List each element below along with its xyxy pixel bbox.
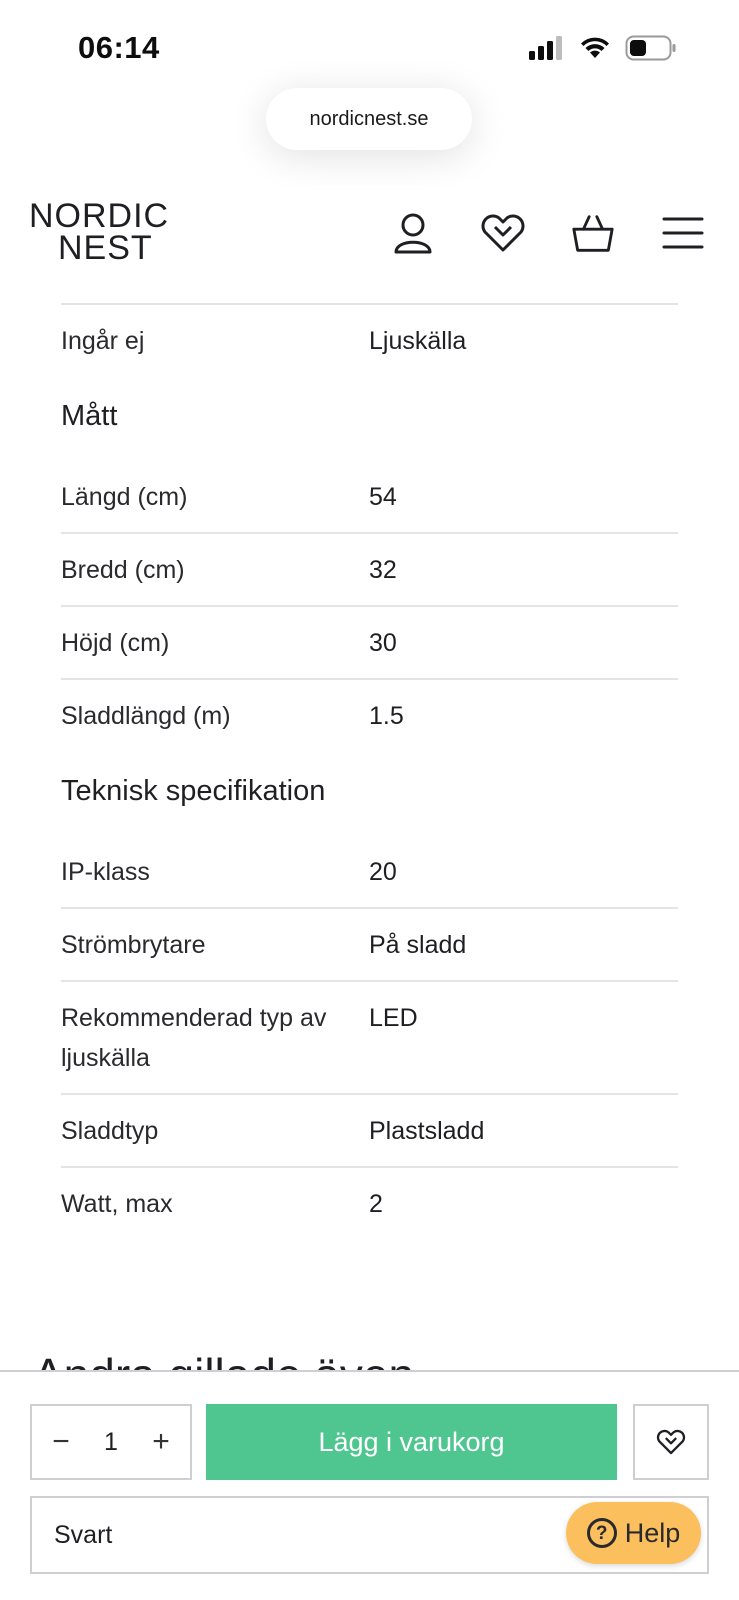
increase-quantity-button[interactable]: + <box>148 1425 174 1459</box>
spec-row: Bredd (cm) 32 <box>61 534 678 607</box>
spec-row: IP-klass 20 <box>61 836 678 909</box>
add-to-cart-button[interactable]: Lägg i varukorg <box>206 1404 617 1480</box>
spec-value: Ljuskälla <box>369 327 467 355</box>
browser-url-bar[interactable]: nordicnest.se <box>266 88 472 150</box>
spec-row: Watt, max 2 <box>61 1168 678 1239</box>
account-button[interactable] <box>390 210 436 256</box>
variant-selected-value: Svart <box>54 1520 113 1549</box>
spec-value: 30 <box>369 629 397 657</box>
cellular-signal-icon <box>529 36 562 60</box>
help-button[interactable]: ? Help <box>566 1502 701 1564</box>
wishlist-heart-icon <box>481 214 525 252</box>
section-title-technical: Teknisk specifikation <box>61 775 326 807</box>
wishlist-button[interactable] <box>480 210 526 256</box>
help-icon: ? <box>586 1518 617 1548</box>
spec-label: Rekommenderad typ av ljuskälla <box>61 1004 327 1072</box>
spec-row: Strömbrytare På sladd <box>61 909 678 982</box>
spec-label: Strömbrytare <box>61 931 206 959</box>
status-time: 06:14 <box>78 30 160 65</box>
quantity-stepper: − 1 + <box>30 1404 192 1480</box>
spec-value: 54 <box>369 483 397 511</box>
spec-row: Längd (cm) 54 <box>61 461 678 534</box>
spec-value: Plastsladd <box>369 1117 485 1145</box>
nordic-nest-logo[interactable]: NORDIC NEST <box>29 199 169 267</box>
spec-label: Watt, max <box>61 1190 173 1218</box>
spec-label: Höjd (cm) <box>61 629 170 657</box>
site-header: NORDIC NEST <box>0 190 739 280</box>
status-bar: 06:14 <box>0 0 739 90</box>
spec-row: Sladdlängd (m) 1.5 <box>61 680 678 751</box>
spec-label: Sladdlängd (m) <box>61 702 231 730</box>
spec-row: Ingår ej Ljuskälla <box>61 303 678 376</box>
spec-value: 2 <box>369 1190 383 1218</box>
logo-line-2: NEST <box>58 229 153 267</box>
wishlist-heart-icon <box>656 1429 686 1455</box>
menu-button[interactable] <box>660 210 706 256</box>
product-specifications: Ingår ej Ljuskälla Mått Längd (cm) 54 Br… <box>61 303 678 1239</box>
basket-icon <box>572 215 614 252</box>
related-products-heading: Andra gillade även <box>33 1340 414 1370</box>
section-title-dimensions: Mått <box>61 400 118 432</box>
menu-icon <box>662 217 704 249</box>
spec-row: Höjd (cm) 30 <box>61 607 678 680</box>
spec-value: 1.5 <box>369 702 404 730</box>
purchase-bar: − 1 + Lägg i varukorg Svart ? Help <box>0 1370 739 1600</box>
help-label: Help <box>624 1517 681 1548</box>
header-actions <box>390 210 706 256</box>
spec-label: Bredd (cm) <box>61 556 185 584</box>
spec-label: Längd (cm) <box>61 483 188 511</box>
user-icon <box>394 213 432 254</box>
spec-value: LED <box>369 1004 418 1032</box>
basket-button[interactable] <box>570 210 616 256</box>
quantity-value[interactable]: 1 <box>104 1428 118 1457</box>
spec-row: Sladdtyp Plastsladd <box>61 1095 678 1168</box>
add-to-wishlist-button[interactable] <box>633 1404 709 1480</box>
spec-value: 32 <box>369 556 397 584</box>
status-icons <box>529 35 677 61</box>
spec-value: 20 <box>369 858 397 886</box>
spec-label: IP-klass <box>61 858 150 886</box>
battery-icon <box>625 35 676 61</box>
decrease-quantity-button[interactable]: − <box>48 1425 74 1459</box>
spec-row: Rekommenderad typ av ljuskälla LED <box>61 982 678 1095</box>
wifi-icon <box>581 37 609 58</box>
spec-label: Ingår ej <box>61 327 145 355</box>
spec-value: På sladd <box>369 931 467 959</box>
spec-label: Sladdtyp <box>61 1117 159 1145</box>
